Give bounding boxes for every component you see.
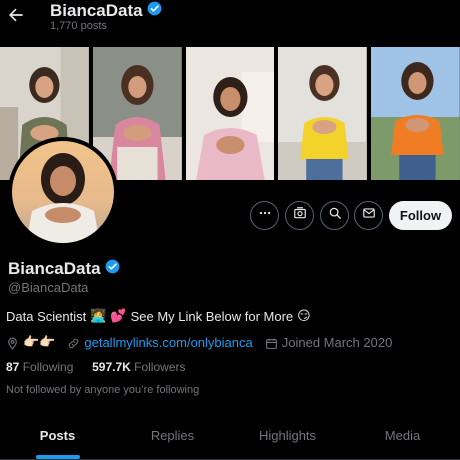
tab-replies[interactable]: Replies (115, 412, 230, 459)
bio-text-2: See My Link Below for More (130, 308, 294, 324)
not-followed-text: Not followed by anyone you’re following (6, 384, 200, 396)
follow-counts: 87 Following 597.7K Followers (6, 360, 186, 374)
tab-posts[interactable]: Posts (0, 412, 115, 459)
profile-link[interactable]: getallmylinks.com/onlybianca (84, 335, 252, 350)
profile-tabs: Posts Replies Highlights Media (0, 412, 460, 460)
bio-emoji-2: 💕 (110, 308, 127, 323)
link-icon (67, 334, 80, 349)
bio-text-1: Data Scientist (6, 308, 87, 324)
page-title: BiancaData (50, 1, 143, 20)
follow-button[interactable]: Follow (389, 201, 452, 230)
search-icon (328, 206, 342, 225)
post-count: 1,770 posts (50, 20, 107, 32)
following-link[interactable]: 87 Following (6, 360, 73, 374)
profile-name-row: BiancaData (8, 259, 120, 279)
location-icon (6, 334, 19, 350)
profile-meta: 👉🏻👉🏻 getallmylinks.com/onlybianca Joined… (6, 334, 392, 350)
more-icon (258, 206, 272, 225)
bio: Data Scientist 👩‍💻 💕 See My Link Below f… (6, 308, 311, 324)
tab-highlights[interactable]: Highlights (230, 412, 345, 459)
bio-emoji-1: 👩‍💻 (90, 308, 107, 323)
more-button[interactable] (250, 201, 279, 230)
verified-badge-icon (147, 1, 162, 21)
header-title-row: BiancaData (50, 1, 162, 21)
banner-photo-5 (371, 47, 460, 180)
followers-label: Followers (134, 360, 186, 374)
subscribe-button[interactable] (285, 201, 314, 230)
joined-date: Joined March 2020 (281, 334, 393, 350)
back-arrow-icon[interactable] (6, 5, 26, 25)
following-label: Following (22, 360, 74, 374)
search-button[interactable] (320, 201, 349, 230)
top-bar: BiancaData 1,770 posts (0, 0, 460, 40)
tab-media[interactable]: Media (345, 412, 460, 459)
active-tab-indicator (35, 455, 80, 459)
message-button[interactable] (354, 201, 383, 230)
display-name: BiancaData (8, 259, 101, 278)
banner-photo-4 (278, 47, 368, 180)
bio-emoji-3: 😏 (297, 308, 311, 323)
following-count: 87 (6, 360, 20, 374)
followers-link[interactable]: 597.7K Followers (92, 360, 185, 374)
tab-label: Replies (150, 428, 195, 443)
location-text: 👉🏻👉🏻 (23, 334, 56, 349)
verified-badge-icon[interactable] (105, 259, 120, 279)
tab-label: Media (384, 428, 421, 443)
subscribe-icon (293, 206, 307, 225)
avatar[interactable] (12, 141, 114, 243)
calendar-icon (265, 334, 278, 349)
followers-count: 597.7K (92, 360, 131, 374)
tab-label: Posts (39, 428, 76, 443)
handle: @BiancaData (8, 280, 89, 295)
message-icon (362, 206, 376, 225)
tab-label: Highlights (258, 428, 317, 443)
banner-photo-3 (185, 47, 275, 180)
